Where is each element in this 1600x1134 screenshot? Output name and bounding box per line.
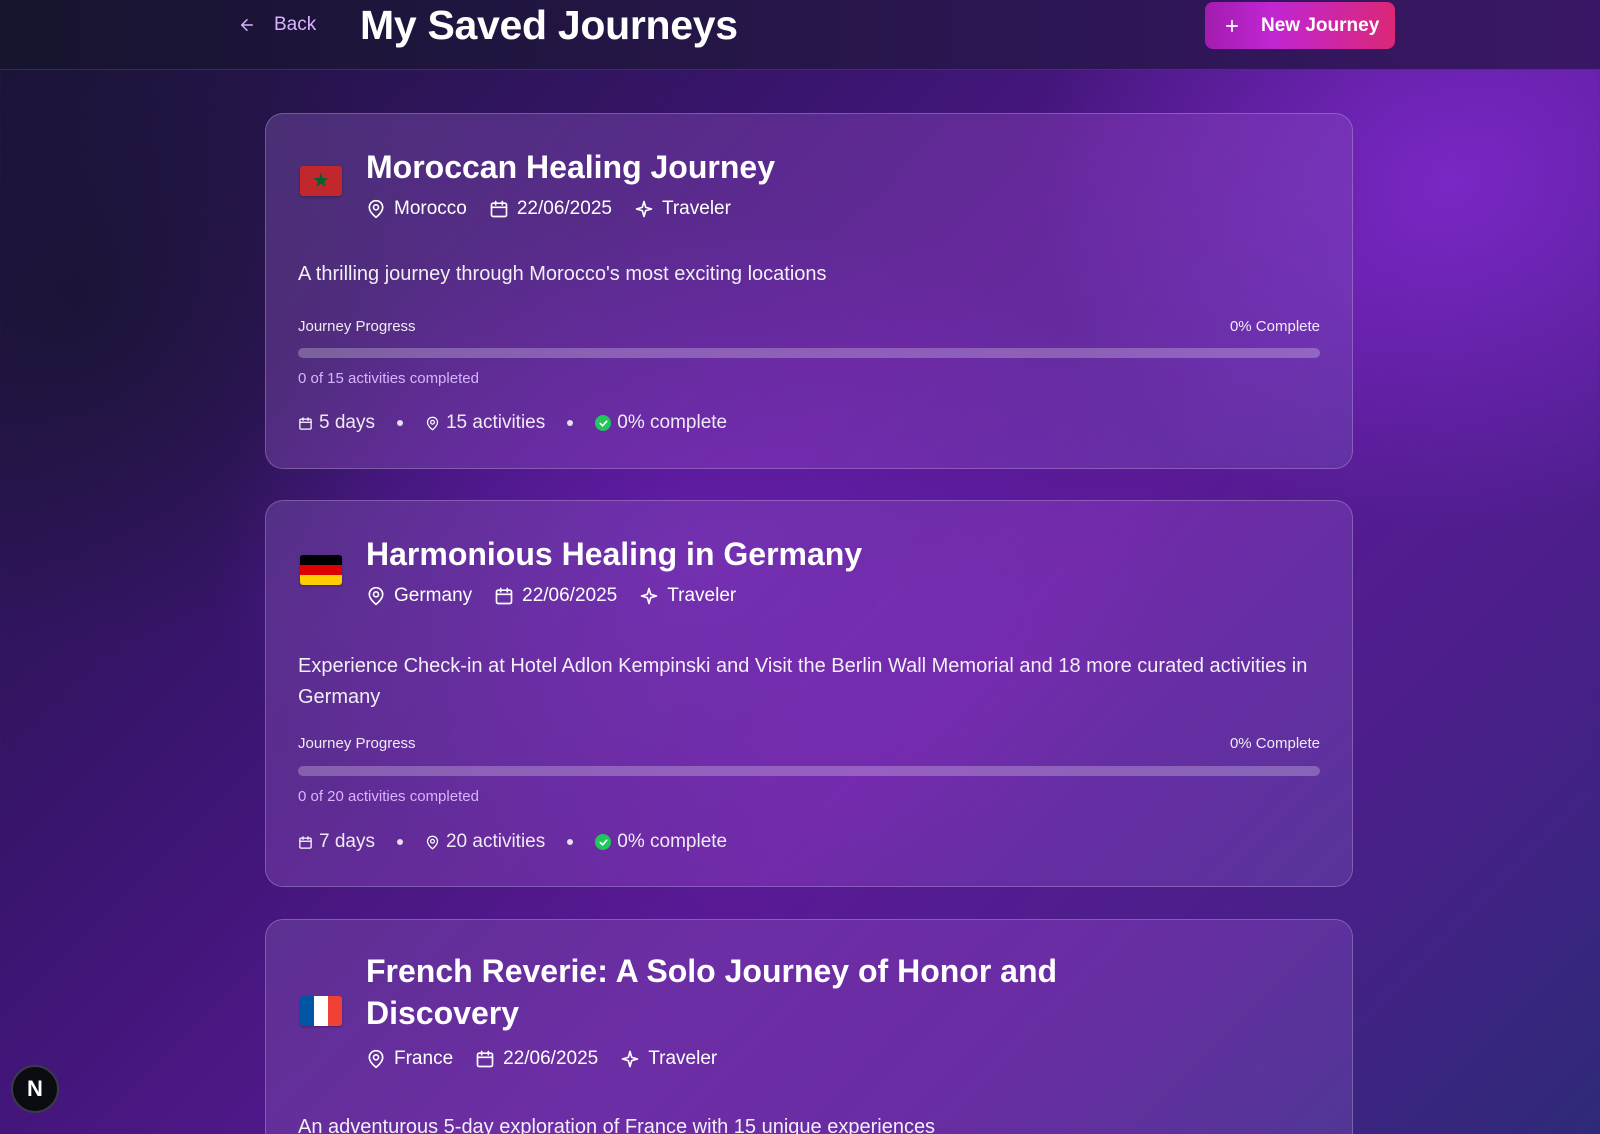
days-label: 5 days — [319, 412, 375, 433]
journey-stats: 5 days 15 activities 0% complete — [298, 412, 727, 434]
journey-title: Harmonious Healing in Germany — [366, 536, 863, 572]
calendar-icon — [299, 416, 312, 430]
check-circle-icon — [595, 834, 612, 850]
traveler-meta: Traveler — [639, 585, 736, 607]
journey-card[interactable]: French Reverie: A Solo Journey of Honor … — [265, 919, 1353, 1134]
date-meta: 22/06/2025 — [475, 1048, 598, 1070]
location-meta: France — [366, 1048, 453, 1070]
calendar-icon — [299, 835, 312, 849]
activities-label: 20 activities — [445, 831, 546, 852]
separator-dot — [567, 420, 574, 426]
complete-label: 0% complete — [617, 412, 728, 433]
progress-label: Journey Progress — [298, 318, 416, 335]
days-stat: 5 days — [298, 412, 375, 434]
journey-card[interactable]: ★ Moroccan Healing Journey Morocco 22/06… — [265, 113, 1353, 469]
map-pin-icon — [368, 1049, 384, 1069]
progress-label: Journey Progress — [298, 735, 416, 752]
sparkle-icon — [635, 200, 653, 218]
plus-icon — [1225, 19, 1239, 32]
separator-dot — [396, 839, 403, 845]
map-pin-icon — [368, 586, 384, 606]
location-meta: Germany — [366, 585, 472, 607]
journey-description: Experience Check-in at Hotel Adlon Kempi… — [298, 655, 1308, 708]
journey-card[interactable]: Harmonious Healing in Germany Germany 22… — [265, 500, 1353, 887]
activities-label: 15 activities — [445, 412, 546, 433]
sparkle-icon — [640, 587, 658, 605]
morocco-flag-icon: ★ — [300, 166, 342, 196]
traveler-meta: Traveler — [620, 1048, 717, 1070]
journey-meta: Morocco 22/06/2025 Traveler — [366, 198, 731, 220]
calendar-icon — [476, 1050, 494, 1068]
location-meta: Morocco — [366, 198, 467, 220]
journey-title: French Reverie: A Solo Journey of Honor … — [366, 953, 1058, 1031]
journey-description: A thrilling journey through Morocco's mo… — [298, 263, 827, 285]
separator-dot — [567, 839, 574, 845]
map-pin-icon — [426, 835, 439, 849]
progress-bar — [298, 766, 1320, 776]
separator-dot — [396, 420, 403, 426]
complete-stat: 0% complete — [595, 831, 727, 853]
back-button[interactable]: Back — [238, 10, 316, 40]
date-meta: 22/06/2025 — [494, 585, 617, 607]
page-title: My Saved Journeys — [360, 2, 738, 48]
activities-completed: 0 of 20 activities completed — [298, 788, 479, 805]
days-stat: 7 days — [298, 831, 375, 853]
traveler-label: Traveler — [661, 198, 731, 219]
journey-meta: France 22/06/2025 Traveler — [366, 1048, 717, 1070]
traveler-meta: Traveler — [634, 198, 731, 220]
new-journey-button[interactable]: New Journey — [1205, 2, 1395, 49]
new-journey-label: New Journey — [1261, 14, 1380, 36]
top-header: Back My Saved Journeys New Journey — [0, 0, 1600, 70]
germany-flag-icon — [300, 555, 342, 585]
date-label: 22/06/2025 — [522, 585, 618, 606]
traveler-label: Traveler — [648, 1048, 718, 1069]
country-label: France — [394, 1048, 454, 1069]
map-pin-icon — [426, 416, 439, 430]
progress-percent: 0% Complete — [1229, 735, 1320, 752]
days-label: 7 days — [319, 831, 375, 852]
activities-stat: 20 activities — [425, 831, 545, 853]
journey-meta: Germany 22/06/2025 Traveler — [366, 585, 736, 607]
check-circle-icon — [595, 415, 612, 431]
arrow-left-icon — [241, 19, 253, 31]
date-label: 22/06/2025 — [516, 198, 612, 219]
complete-stat: 0% complete — [595, 412, 727, 434]
date-meta: 22/06/2025 — [489, 198, 612, 220]
journey-description: An adventurous 5-day exploration of Fran… — [298, 1116, 936, 1134]
dev-tools-badge[interactable]: N — [11, 1065, 59, 1113]
activities-completed: 0 of 15 activities completed — [298, 370, 479, 387]
complete-label: 0% complete — [617, 831, 728, 852]
map-pin-icon — [368, 199, 384, 219]
date-label: 22/06/2025 — [503, 1048, 599, 1069]
progress-percent: 0% Complete — [1229, 318, 1320, 335]
country-label: Germany — [394, 585, 473, 606]
back-label: Back — [274, 14, 317, 35]
calendar-icon — [495, 587, 513, 605]
sparkle-icon — [621, 1050, 639, 1068]
france-flag-icon — [300, 996, 342, 1026]
journey-title: Moroccan Healing Journey — [366, 149, 775, 185]
traveler-label: Traveler — [667, 585, 737, 606]
country-label: Morocco — [394, 198, 467, 219]
progress-bar — [298, 348, 1320, 358]
calendar-icon — [490, 200, 508, 218]
activities-stat: 15 activities — [425, 412, 545, 434]
journey-stats: 7 days 20 activities 0% complete — [298, 831, 727, 853]
